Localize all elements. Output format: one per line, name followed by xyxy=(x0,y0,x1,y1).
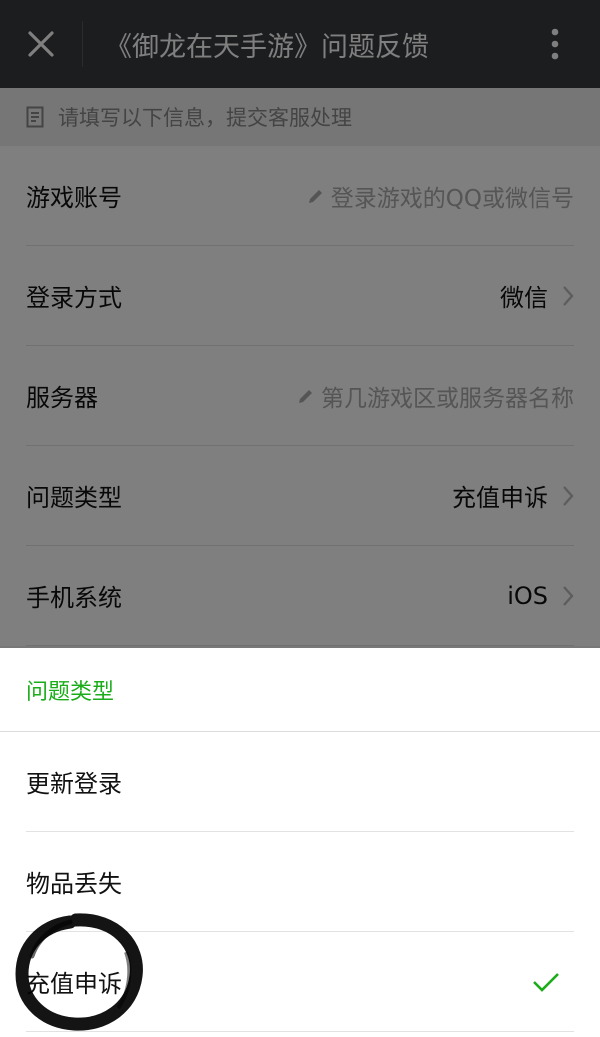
check-icon xyxy=(532,971,560,993)
sheet-title: 问题类型 xyxy=(0,648,600,732)
option-label: 物品丢失 xyxy=(26,870,122,898)
option-item-lost[interactable]: 物品丢失 xyxy=(26,832,574,932)
option-label: 充值申诉 xyxy=(26,970,122,998)
option-recharge-appeal[interactable]: 充值申诉 xyxy=(26,932,574,1032)
modal-overlay[interactable] xyxy=(0,0,600,648)
issue-type-picker-sheet: 问题类型 更新登录 物品丢失 充值申诉 xyxy=(0,648,600,1037)
option-label: 更新登录 xyxy=(26,770,122,798)
option-update-login[interactable]: 更新登录 xyxy=(26,732,574,832)
